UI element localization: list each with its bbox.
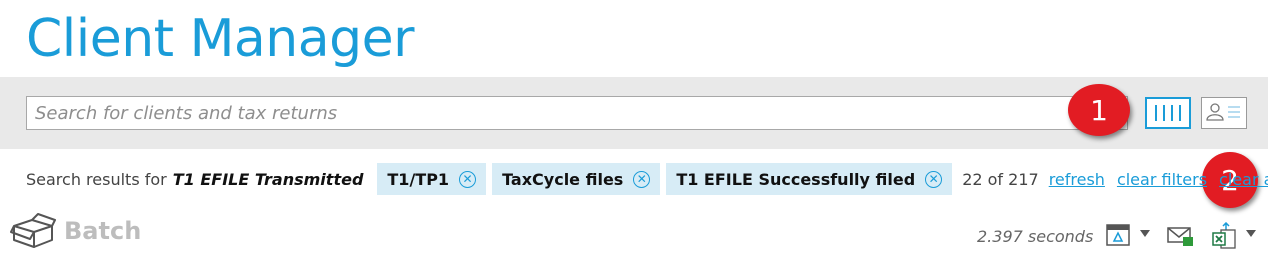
remove-filter-icon[interactable]: ✕ bbox=[459, 170, 477, 188]
chevron-down-icon[interactable] bbox=[1140, 230, 1150, 237]
template-icon bbox=[1106, 224, 1130, 246]
filter-chip-label: T1/TP1 bbox=[387, 169, 450, 189]
chevron-down-icon[interactable] bbox=[1246, 230, 1256, 237]
filter-chip-label: T1 EFILE Successfully filed bbox=[676, 169, 916, 189]
search-results-row: Search results for T1 EFILE Transmitted … bbox=[26, 163, 1268, 195]
search-input[interactable] bbox=[26, 96, 1128, 130]
excel-export-icon bbox=[1212, 221, 1236, 249]
template-button[interactable] bbox=[1105, 222, 1131, 252]
filter-chip: TaxCycle files ✕ bbox=[492, 163, 661, 195]
batch-button[interactable]: Batch bbox=[10, 212, 141, 250]
batch-label: Batch bbox=[64, 217, 142, 245]
email-button[interactable] bbox=[1166, 222, 1194, 252]
clear-filters-link[interactable]: clear filters bbox=[1117, 170, 1207, 189]
results-query: T1 EFILE Transmitted bbox=[172, 169, 364, 189]
results-count: 22 of 217 bbox=[962, 169, 1039, 189]
remove-filter-icon[interactable]: ✕ bbox=[925, 170, 943, 188]
refresh-link[interactable]: refresh bbox=[1049, 170, 1105, 189]
client-details-button[interactable] bbox=[1201, 97, 1247, 129]
clear-all-link[interactable]: clear all bbox=[1219, 170, 1268, 189]
filter-chip: T1/TP1 ✕ bbox=[377, 163, 487, 195]
client-card-icon bbox=[1206, 103, 1240, 121]
excel-export-button[interactable] bbox=[1212, 221, 1240, 254]
columns-icon bbox=[1155, 105, 1157, 121]
search-time: 2.397 seconds bbox=[977, 227, 1094, 246]
columns-button[interactable] bbox=[1145, 97, 1191, 129]
page-title: Client Manager bbox=[26, 9, 415, 69]
results-label: Search results for bbox=[26, 169, 167, 189]
remove-filter-icon[interactable]: ✕ bbox=[633, 170, 651, 188]
filter-chip-label: TaxCycle files bbox=[502, 169, 624, 189]
callout-marker-1: 1 bbox=[1068, 84, 1130, 136]
filter-chip: T1 EFILE Successfully filed ✕ bbox=[666, 163, 953, 195]
email-icon bbox=[1167, 227, 1193, 246]
box-icon bbox=[10, 213, 56, 248]
